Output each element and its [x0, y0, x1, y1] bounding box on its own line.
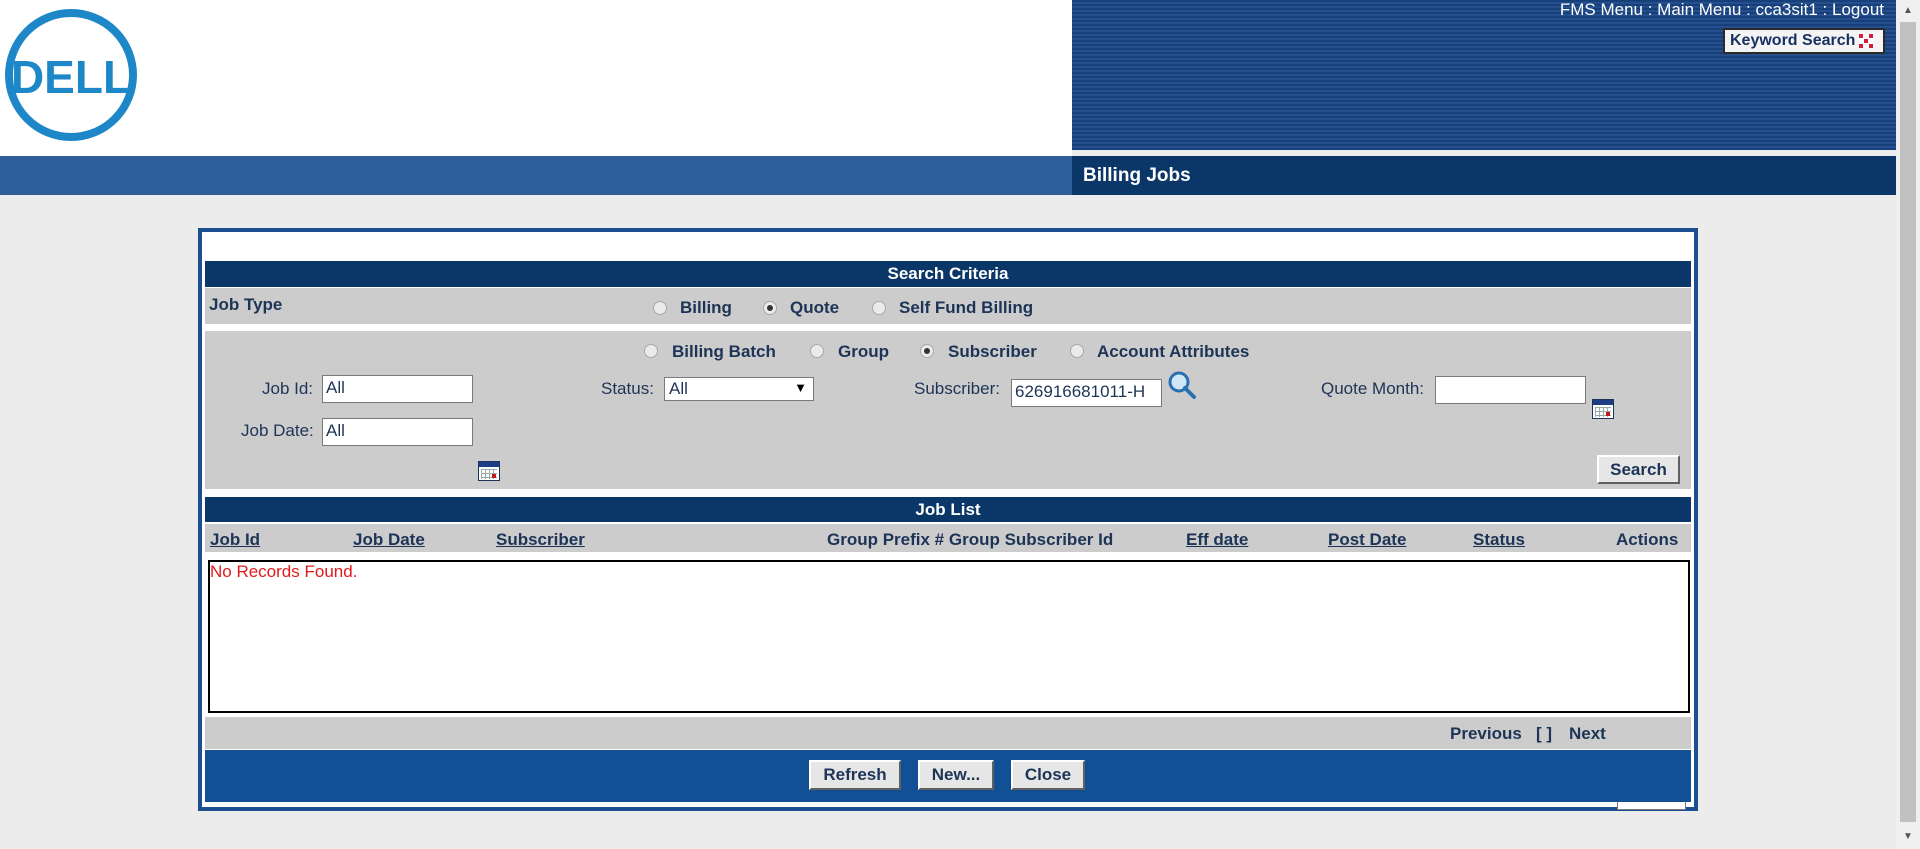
link-separator: :	[1643, 0, 1658, 19]
scope-subscriber-radio[interactable]	[920, 340, 934, 360]
new-button[interactable]: New...	[918, 760, 994, 790]
job-date-label: Job Date:	[241, 421, 314, 440]
refresh-button[interactable]: Refresh	[809, 760, 901, 790]
radio-icon[interactable]	[872, 300, 886, 315]
main-menu-link[interactable]: Main Menu	[1657, 0, 1741, 19]
job-date-calendar-icon[interactable]	[478, 461, 500, 481]
scroll-thumb[interactable]	[1900, 22, 1916, 822]
job-type-quote-radio[interactable]	[763, 297, 777, 317]
column-status[interactable]: Status	[1473, 530, 1525, 550]
dell-logo: DELL	[4, 8, 138, 142]
column-eff-date[interactable]: Eff date	[1186, 530, 1248, 550]
close-button[interactable]: Close	[1011, 760, 1085, 790]
logo-text: DELL	[11, 51, 131, 103]
job-id-input[interactable]: All	[322, 375, 473, 403]
job-list-header: Job List	[205, 497, 1691, 522]
status-select-value: All	[669, 379, 688, 398]
job-type-self-fund-radio[interactable]	[872, 297, 886, 317]
job-type-label: Job Type	[209, 295, 283, 314]
top-nav-links: FMS Menu : Main Menu : cca3sit1 : Logout	[1560, 0, 1884, 20]
search-criteria-header: Search Criteria	[205, 261, 1691, 287]
scroll-up-arrow-icon[interactable]: ▲	[1896, 0, 1920, 20]
previous-link[interactable]: Previous	[1450, 724, 1522, 744]
job-date-input[interactable]: All	[322, 418, 473, 446]
page-numbers: [ ]	[1536, 724, 1553, 743]
radio-icon[interactable]	[653, 300, 667, 315]
column-subscriber[interactable]: Subscriber	[496, 530, 585, 550]
quote-month-calendar-icon[interactable]	[1592, 399, 1614, 419]
radio-selected-icon[interactable]	[763, 300, 777, 315]
column-actions: Actions	[1616, 530, 1679, 549]
status-label: Status:	[601, 379, 654, 398]
search-button[interactable]: Search	[1597, 455, 1680, 484]
link-separator: :	[1817, 0, 1832, 19]
scope-billing-batch-radio[interactable]	[644, 340, 658, 360]
scope-billing-batch-label[interactable]: Billing Batch	[672, 342, 776, 362]
username-link[interactable]: cca3sit1	[1755, 0, 1817, 19]
search-magnifier-icon[interactable]	[1167, 370, 1197, 405]
subscriber-label: Subscriber:	[914, 379, 1000, 398]
subscriber-input[interactable]: 626916681011-H	[1011, 379, 1162, 407]
fms-menu-link[interactable]: FMS Menu	[1560, 0, 1643, 19]
quote-month-label: Quote Month:	[1321, 379, 1425, 398]
page-title: Billing Jobs	[1083, 165, 1191, 186]
nav-bar	[0, 156, 1072, 195]
scroll-down-arrow-icon[interactable]: ▼	[1896, 826, 1920, 846]
job-id-label: Job Id:	[262, 379, 314, 398]
status-select[interactable]: All ▼	[664, 377, 814, 401]
radio-icon[interactable]	[810, 343, 824, 358]
page-title-bar	[1072, 156, 1896, 195]
logout-link[interactable]: Logout	[1832, 0, 1884, 19]
column-group-prefix: Group Prefix # Group Subscriber Id	[827, 530, 1114, 549]
job-type-quote-label[interactable]: Quote	[790, 298, 839, 318]
keyword-search-button[interactable]: Keyword Search	[1723, 28, 1885, 54]
job-list-table	[208, 560, 1690, 713]
scope-account-attributes-radio[interactable]	[1070, 340, 1084, 360]
job-type-billing-radio[interactable]	[653, 297, 667, 317]
column-job-id[interactable]: Job Id	[210, 530, 260, 550]
checker-icon	[1859, 34, 1874, 48]
next-link[interactable]: Next	[1569, 724, 1606, 744]
scope-subscriber-label[interactable]: Subscriber	[948, 342, 1037, 362]
chevron-down-icon: ▼	[794, 380, 807, 395]
job-type-self-fund-label[interactable]: Self Fund Billing	[899, 298, 1033, 318]
no-records-message: No Records Found.	[210, 562, 358, 581]
radio-icon[interactable]	[644, 343, 658, 358]
header-logo-area	[0, 0, 1072, 156]
keyword-search-label: Keyword Search	[1730, 32, 1856, 49]
link-separator: :	[1741, 0, 1756, 19]
scope-group-radio[interactable]	[810, 340, 824, 360]
quote-month-input[interactable]	[1435, 376, 1586, 404]
scope-account-attributes-label[interactable]: Account Attributes	[1097, 342, 1249, 362]
job-type-billing-label[interactable]: Billing	[680, 298, 732, 318]
radio-icon[interactable]	[1070, 343, 1084, 358]
column-post-date[interactable]: Post Date	[1328, 530, 1406, 550]
header-banner	[1072, 0, 1896, 150]
scope-group-label[interactable]: Group	[838, 342, 889, 362]
column-job-date[interactable]: Job Date	[353, 530, 425, 550]
radio-selected-icon[interactable]	[920, 343, 934, 358]
